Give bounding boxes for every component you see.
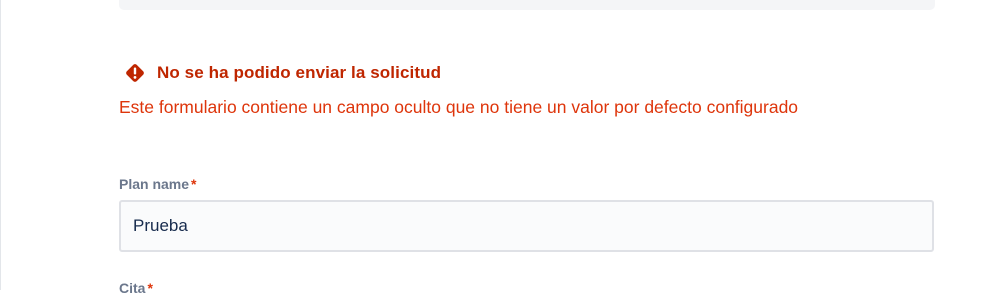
next-field-label-text: Cita [119,280,146,296]
previous-section-panel [119,0,935,10]
page-left-border [0,0,1,290]
plan-name-label-text: Plan name [119,176,190,192]
required-asterisk: * [191,176,197,192]
next-field-label: Cita * [119,280,153,296]
error-diamond-icon [124,62,146,84]
required-asterisk: * [147,280,153,296]
error-banner: No se ha podido enviar la solicitud [124,61,441,85]
error-message: Este formulario contiene un campo oculto… [119,97,799,117]
plan-name-label: Plan name * [119,176,196,192]
plan-name-input[interactable] [119,200,934,252]
error-title: No se ha podido enviar la solicitud [157,63,442,82]
